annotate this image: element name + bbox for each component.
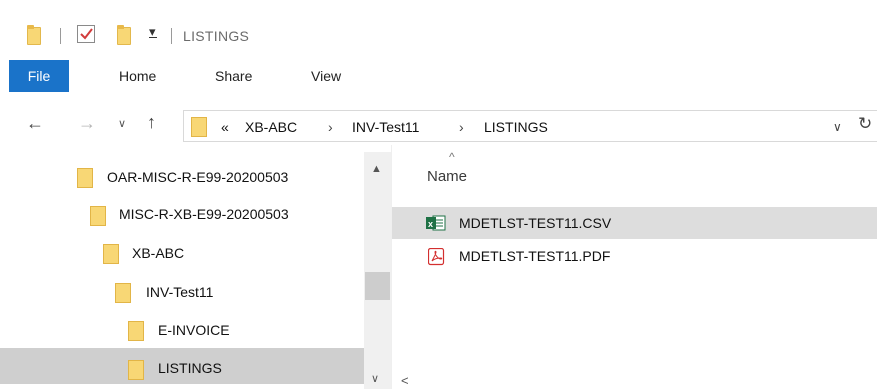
tree-item-label: MISC-R-XB-E99-20200503	[119, 206, 289, 222]
file-name-pdf: MDETLST-TEST11.PDF	[459, 248, 611, 264]
breadcrumb-separator: ›	[328, 119, 333, 135]
pdf-icon	[428, 248, 445, 266]
tab-home[interactable]: Home	[119, 68, 156, 84]
folder-icon	[77, 168, 93, 188]
window-title: LISTINGS	[183, 28, 250, 44]
tree-item-inv-test11[interactable]: INV-Test11	[0, 276, 360, 306]
folder-icon[interactable]	[27, 25, 41, 45]
separator	[60, 28, 61, 44]
recent-locations-icon[interactable]: ∨	[118, 117, 126, 130]
folder-icon	[90, 206, 106, 226]
tree-item-listings[interactable]: LISTINGS	[0, 351, 360, 381]
tree-item-label: E-INVOICE	[158, 322, 230, 338]
up-arrow-icon[interactable]: ↑	[147, 112, 156, 133]
tab-file[interactable]: File	[9, 60, 69, 92]
folder-icon	[115, 283, 131, 303]
breadcrumb-separator: ›	[459, 119, 464, 135]
pane-divider[interactable]	[391, 145, 392, 389]
folder-icon	[103, 244, 119, 264]
refresh-icon[interactable]: ↻	[858, 114, 872, 134]
tab-view[interactable]: View	[311, 68, 341, 84]
properties-icon[interactable]	[77, 25, 95, 43]
tree-item-label: LISTINGS	[158, 360, 222, 376]
forward-arrow-icon[interactable]: →	[78, 113, 96, 134]
tree-item-e-invoice[interactable]: E-INVOICE	[0, 313, 360, 343]
svg-text:x: x	[428, 219, 433, 229]
scroll-up-icon[interactable]: ▲	[371, 163, 382, 175]
tree-item-label: OAR-MISC-R-E99-20200503	[107, 169, 289, 185]
customize-underline	[149, 37, 157, 38]
tree-item-xb-abc[interactable]: XB-ABC	[0, 236, 360, 266]
address-dropdown-icon[interactable]: ∨	[833, 120, 842, 134]
sort-ascending-icon: ^	[449, 150, 455, 164]
breadcrumb-inv-test11[interactable]: INV-Test11	[352, 119, 419, 135]
back-arrow-icon[interactable]: ←	[26, 113, 44, 134]
scroll-down-icon[interactable]: ∨	[371, 372, 379, 385]
tree-scrollbar[interactable]	[364, 152, 391, 389]
scroll-left-icon[interactable]: <	[401, 373, 409, 388]
breadcrumb-overflow[interactable]: «	[221, 119, 229, 135]
folder-icon	[128, 321, 144, 341]
breadcrumb-xb-abc[interactable]: XB-ABC	[245, 119, 297, 135]
title-bar: ▾ LISTINGS	[0, 0, 877, 45]
tab-share[interactable]: Share	[215, 68, 252, 84]
file-name-csv: MDETLST-TEST11.CSV	[459, 215, 612, 231]
separator	[171, 28, 172, 44]
folder-icon	[128, 360, 144, 380]
tree-item-oar-misc[interactable]: OAR-MISC-R-E99-20200503	[0, 160, 360, 190]
folder-icon	[191, 117, 207, 137]
tree-item-label: INV-Test11	[146, 284, 214, 300]
tree-item-label: XB-ABC	[132, 245, 185, 261]
new-folder-icon[interactable]	[117, 25, 131, 45]
excel-csv-icon: x	[426, 215, 446, 231]
scrollbar-thumb[interactable]	[365, 272, 390, 300]
breadcrumb-listings[interactable]: LISTINGS	[484, 119, 548, 135]
column-header-name[interactable]: Name	[427, 168, 467, 185]
tree-item-misc-r-xb[interactable]: MISC-R-XB-E99-20200503	[0, 198, 360, 228]
